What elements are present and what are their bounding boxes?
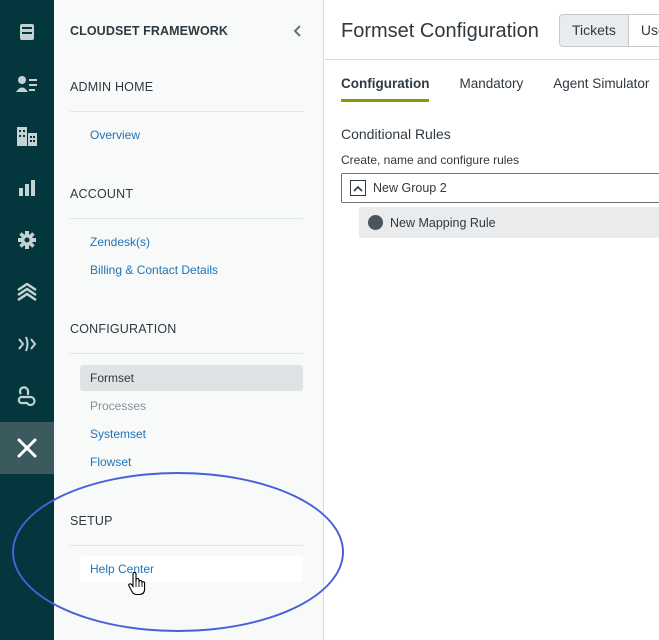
nav-link-billing[interactable]: Billing & Contact Details (80, 257, 303, 283)
nav-link-formset[interactable]: Formset (80, 365, 303, 391)
nav-link-flowset[interactable]: Flowset (80, 449, 303, 475)
tab-configuration[interactable]: Configuration (341, 68, 430, 102)
rail-apps[interactable] (0, 370, 54, 422)
tab-mandatory[interactable]: Mandatory (459, 68, 523, 102)
secondary-nav: CLOUDSET FRAMEWORK ADMIN HOME Overview A… (54, 0, 324, 640)
rail-reports[interactable] (0, 162, 54, 214)
group-name: New Group 2 (373, 181, 447, 195)
rule-name: New Mapping Rule (390, 216, 496, 230)
divider (70, 218, 303, 219)
icon-rail (0, 0, 54, 640)
nav-link-systemset[interactable]: Systemset (80, 421, 303, 447)
divider (70, 545, 303, 546)
inbox-icon (20, 24, 34, 40)
config-tabs: Configuration Mandatory Agent Simulator (341, 68, 659, 102)
rail-inbox[interactable] (0, 6, 54, 58)
nav-link-overview[interactable]: Overview (80, 122, 303, 148)
section-heading-setup: SETUP (70, 514, 113, 528)
nav-link-help-center[interactable]: Help Center (80, 556, 303, 582)
nav-link-zendesks[interactable]: Zendesk(s) (80, 229, 303, 255)
rail-layers[interactable] (0, 266, 54, 318)
rail-cloudset[interactable] (0, 422, 54, 474)
main-content: Formset Configuration Tickets Users Conf… (325, 0, 659, 640)
group-collapse-toggle[interactable] (350, 180, 366, 196)
section-heading-admin-home: ADMIN HOME (70, 80, 154, 94)
nav-title: CLOUDSET FRAMEWORK (70, 24, 229, 38)
mapping-rule-row[interactable]: New Mapping Rule (359, 207, 659, 238)
divider (70, 353, 303, 354)
buildings-icon (17, 127, 37, 146)
rail-settings[interactable] (0, 214, 54, 266)
rail-organizations[interactable] (0, 110, 54, 162)
chevron-left-icon (293, 25, 301, 37)
reports-icon (19, 180, 35, 196)
chevron-up-icon (353, 185, 363, 192)
collapse-nav-button[interactable] (290, 23, 304, 39)
rail-users[interactable] (0, 58, 54, 110)
users-list-icon (16, 76, 37, 92)
circle-icon (368, 215, 383, 230)
settings-gear-icon (18, 231, 36, 249)
layers-icon (17, 283, 37, 301)
cloudset-logo-icon (17, 438, 37, 458)
page-header: Formset Configuration Tickets Users (325, 0, 659, 60)
rail-flow[interactable] (0, 318, 54, 370)
hand-pointer-icon (128, 572, 146, 596)
segment-tickets[interactable]: Tickets (560, 15, 629, 46)
section-heading-account: ACCOUNT (70, 187, 134, 201)
conditional-rules-title: Conditional Rules (341, 126, 451, 142)
object-type-segmented-control: Tickets Users (559, 14, 659, 47)
flow-icon (18, 336, 37, 352)
conditional-rules-subtitle: Create, name and configure rules (341, 153, 520, 167)
section-heading-configuration: CONFIGURATION (70, 322, 177, 336)
rule-group[interactable]: New Group 2 (341, 173, 659, 203)
page-title: Formset Configuration (341, 20, 539, 42)
segment-users[interactable]: Users (628, 15, 659, 46)
nav-link-processes[interactable]: Processes (80, 393, 303, 419)
apps-icon (17, 386, 36, 406)
divider (70, 111, 303, 112)
tab-agent-simulator[interactable]: Agent Simulator (553, 68, 649, 102)
